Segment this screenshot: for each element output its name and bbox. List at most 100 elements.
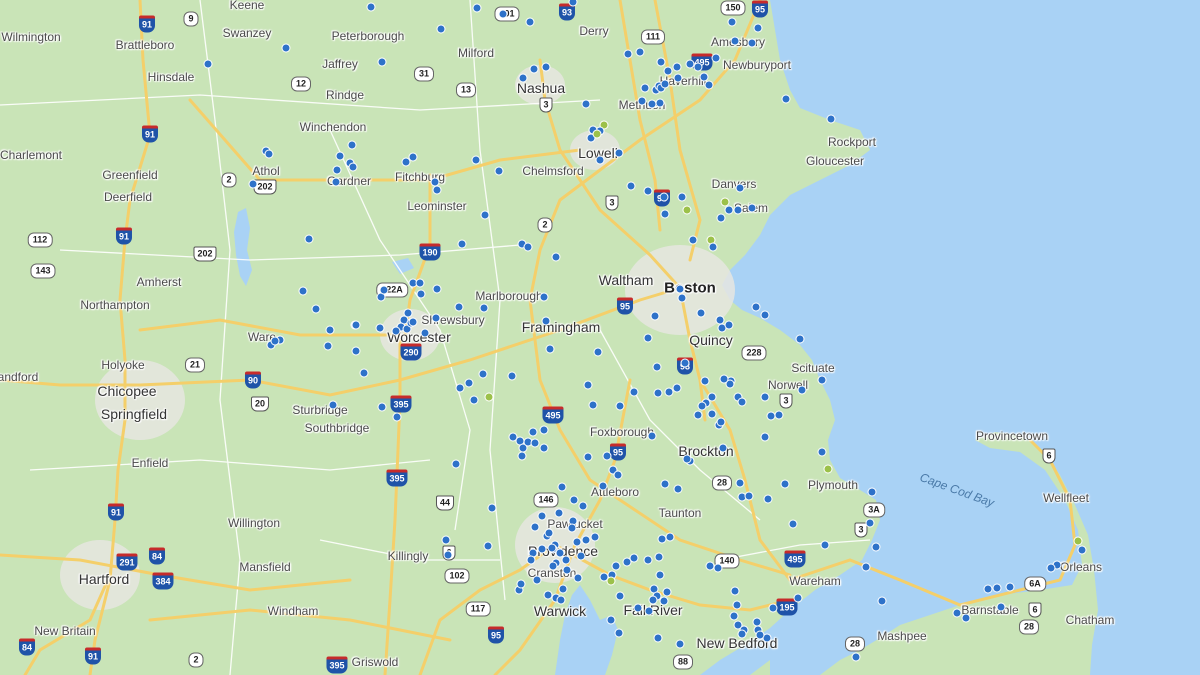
place-label-willington: Willington (227, 516, 281, 530)
route-shield-state-2: 2 (188, 652, 204, 668)
route-shield-interstate-384: 384 (152, 572, 174, 590)
place-label-haverhill: Haverhill (659, 74, 707, 88)
route-shield-state-28: 28 (1018, 619, 1040, 635)
route-shield-state-150: 150 (720, 0, 746, 16)
route-shield-us-3: 3 (779, 393, 793, 409)
route-shield-interstate-91: 91 (107, 503, 125, 521)
route-shield-state-12: 12 (290, 76, 312, 92)
place-label-shrewsbury: Shrewsbury (421, 313, 485, 327)
route-shield-us-20: 20 (250, 396, 270, 412)
place-label-wilmington: Wilmington (1, 30, 61, 44)
route-shield-state-28: 28 (711, 475, 733, 491)
route-shield-interstate-290: 290 (400, 343, 422, 361)
route-shield-state-2: 2 (537, 217, 553, 233)
place-label-danvers: Danvers (711, 177, 757, 191)
route-shield-us-6: 6 (442, 545, 456, 561)
route-shield-interstate-93: 93 (558, 3, 576, 21)
place-label-wellfleet: Wellfleet (1043, 491, 1089, 505)
place-label-deerfield: Deerfield (103, 190, 153, 204)
route-shield-interstate-395: 395 (326, 656, 348, 674)
place-label-southbridge: Southbridge (304, 421, 370, 435)
place-label-mansfield: Mansfield (239, 560, 291, 574)
place-label-fall-river: Fall River (623, 602, 683, 618)
place-label-rindge: Rindge (325, 88, 365, 102)
route-shield-state-117: 117 (465, 601, 491, 617)
place-label-pawtucket: Pawtucket (547, 517, 603, 531)
place-label-hartford: Hartford (78, 571, 130, 587)
place-label-plymouth: Plymouth (807, 478, 859, 492)
route-shield-state-228: 228 (741, 345, 767, 361)
place-label-provincetown: Provincetown (975, 429, 1049, 443)
route-shield-interstate-91: 91 (141, 125, 159, 143)
route-shield-us-6: 6 (1042, 448, 1056, 464)
place-label-andford: andford (0, 370, 39, 384)
place-label-brattleboro: Brattleboro (115, 38, 175, 52)
route-shield-us-44: 44 (435, 495, 455, 511)
route-shield-interstate-495: 495 (542, 406, 564, 424)
place-label-sturbridge: Sturbridge (292, 403, 348, 417)
place-label-attleboro: Attleboro (590, 485, 640, 499)
place-label-salem: Salem (733, 201, 769, 215)
route-shield-state-2: 2 (221, 172, 237, 188)
place-label-athol: Athol (252, 164, 280, 178)
route-shield-interstate-91: 91 (138, 15, 156, 33)
place-label-jaffrey: Jaffrey (322, 57, 358, 71)
place-label-norwell: Norwell (767, 378, 809, 392)
place-label-cranston: Cranston (527, 566, 577, 580)
route-shield-interstate-395: 395 (386, 469, 408, 487)
place-label-milford: Milford (457, 46, 495, 60)
route-shield-state-13: 13 (455, 82, 477, 98)
route-shield-state-88: 88 (672, 654, 694, 670)
place-label-providence: Providence (527, 543, 599, 559)
place-label-peterborough: Peterborough (331, 29, 405, 43)
route-shield-state-31: 31 (413, 66, 435, 82)
place-label-barnstable: Barnstable (961, 603, 1019, 617)
place-label-new-britain: New Britain (34, 624, 96, 638)
route-shield-interstate-395: 395 (390, 395, 412, 413)
place-label-methuen: Methuen (618, 98, 666, 112)
route-shield-state-143: 143 (30, 263, 56, 279)
route-shield-interstate-291: 291 (116, 553, 138, 571)
route-shield-interstate-91: 91 (115, 227, 133, 245)
map-canvas[interactable]: Keene Wilmington Brattleboro Swanzey Peterbo… (0, 0, 1200, 675)
place-label-marlborough: Marlborough (475, 289, 543, 303)
place-label-fitchburg: Fitchburg (394, 170, 446, 184)
place-label-amherst: Amherst (136, 275, 182, 289)
place-label-chatham: Chatham (1065, 613, 1115, 627)
route-shield-state-140: 140 (714, 553, 740, 569)
route-shield-interstate-93: 93 (676, 357, 694, 375)
place-label-enfield: Enfield (131, 456, 169, 470)
route-shield-us-202: 202 (253, 179, 277, 195)
place-label-windham: Windham (267, 604, 319, 618)
place-label-taunton: Taunton (658, 506, 702, 520)
place-label-chelmsford: Chelmsford (522, 164, 584, 178)
place-label-lowell: Lowell (578, 145, 618, 161)
place-label-swanzey: Swanzey (222, 26, 272, 40)
place-label-northampton: Northampton (80, 298, 150, 312)
place-label-scituate: Scituate (791, 361, 835, 375)
route-shield-interstate-95: 95 (616, 297, 634, 315)
place-label-mashpee: Mashpee (877, 629, 927, 643)
route-shield-interstate-195: 195 (776, 598, 798, 616)
place-label-derry: Derry (579, 24, 609, 38)
route-shield-interstate-90: 90 (244, 371, 262, 389)
route-shield-state-9: 9 (183, 11, 199, 27)
place-label-gloucester: Gloucester (805, 154, 865, 168)
route-shield-state-28: 28 (844, 636, 866, 652)
place-label-warwick: Warwick (533, 603, 587, 619)
route-shield-interstate-95: 95 (751, 0, 769, 18)
place-label-framingham: Framingham (521, 319, 601, 335)
place-label-griswold: Griswold (351, 655, 399, 669)
place-label-boston: Boston (664, 279, 716, 297)
place-label-springfield: Springfield (100, 406, 168, 422)
place-label-winchendon: Winchendon (299, 120, 367, 134)
route-shield-us-6: 6 (1028, 602, 1042, 618)
route-shield-interstate-84: 84 (148, 547, 166, 565)
place-label-wareham: Wareham (789, 574, 841, 588)
route-shield-us-202: 202 (193, 246, 217, 262)
place-label-brockton: Brockton (678, 443, 734, 459)
route-shield-interstate-190: 190 (419, 243, 441, 261)
route-shield-state-21: 21 (184, 357, 206, 373)
route-shield-state-6a: 6A (1024, 576, 1046, 592)
route-shield-state-122a: 122A (376, 282, 408, 298)
